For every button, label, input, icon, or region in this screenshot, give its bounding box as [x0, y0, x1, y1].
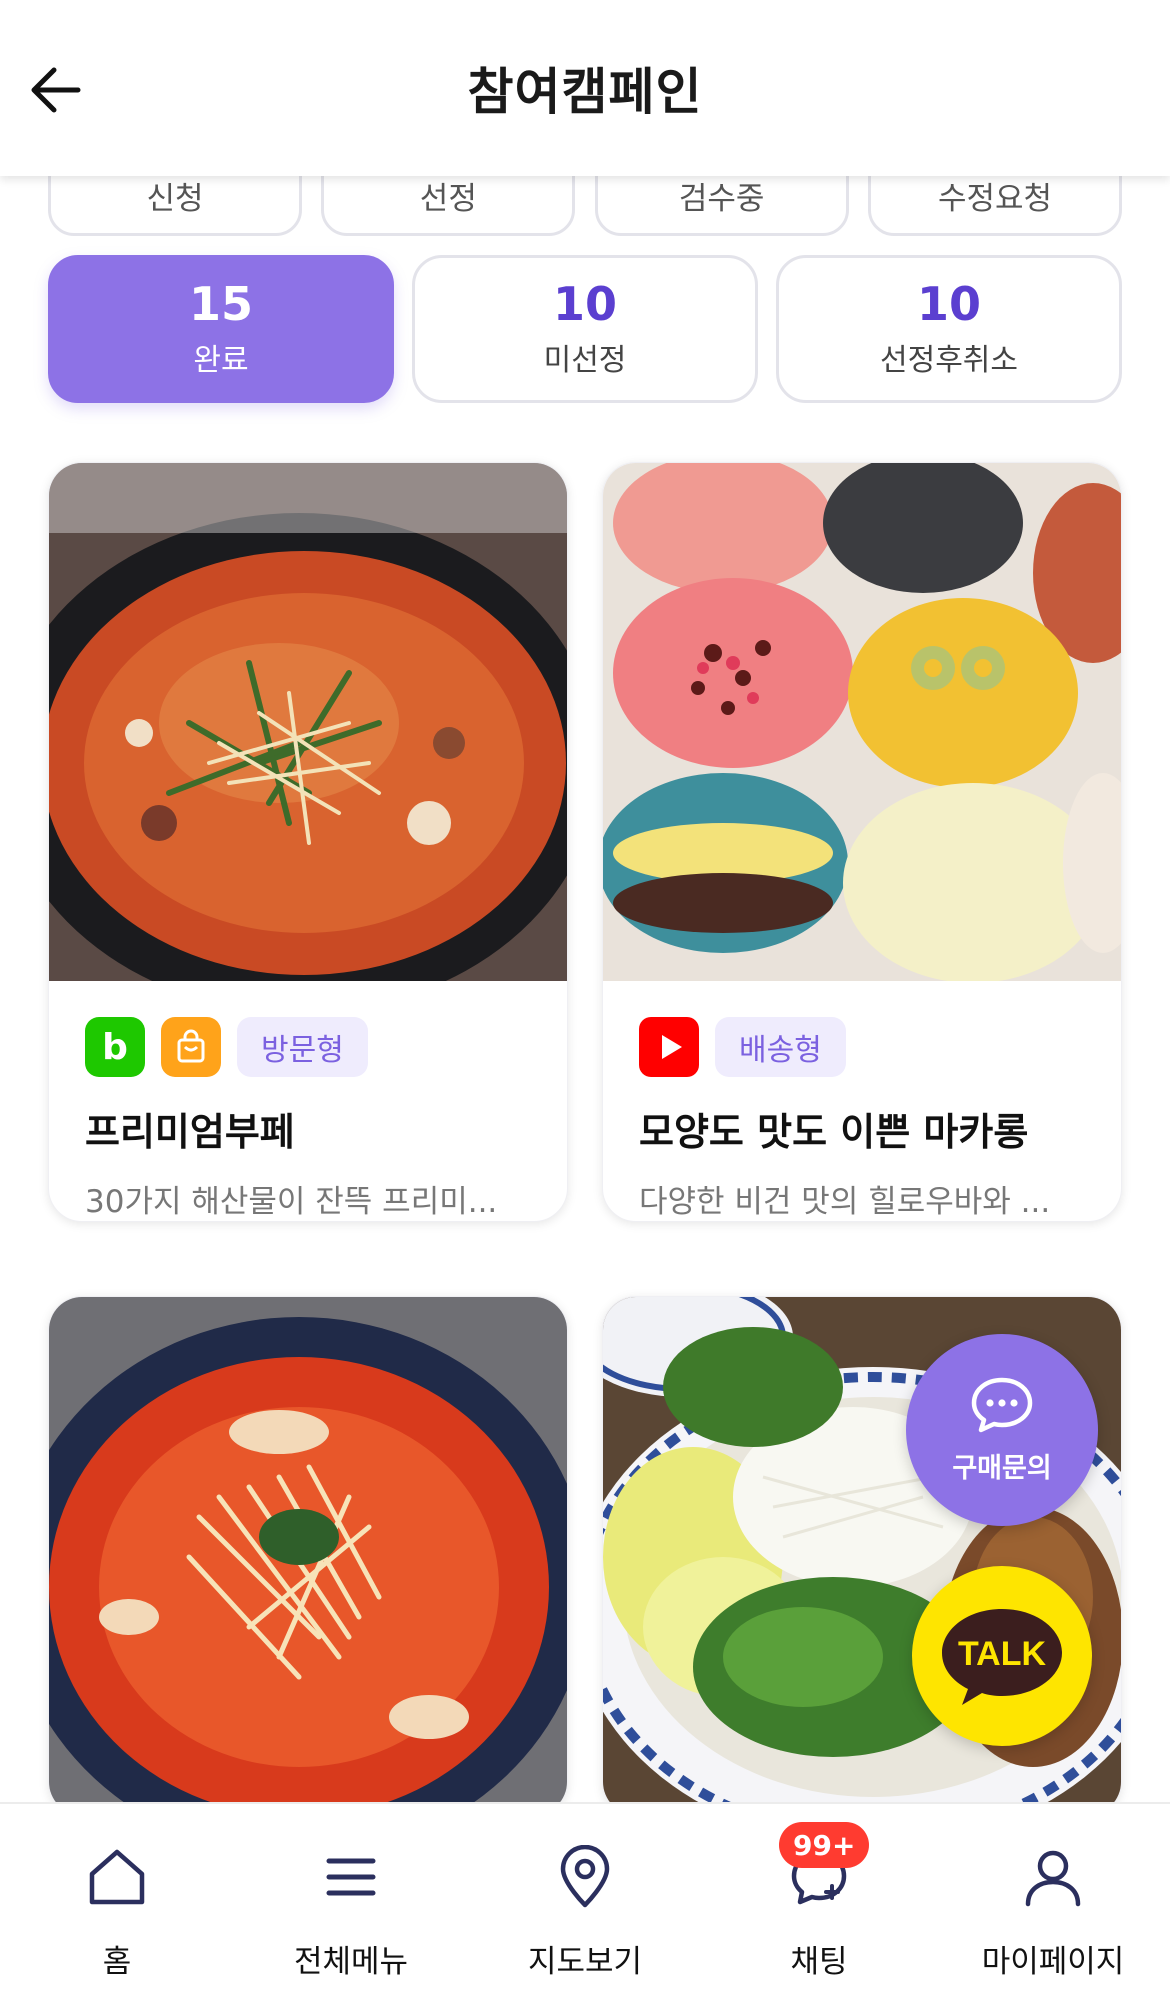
status-label: 완료	[193, 343, 249, 379]
shopping-bag-icon	[161, 1017, 221, 1077]
campaign-description: 다양한 비건 맛의 힐로우바와 ...	[639, 1184, 1051, 1220]
youtube-icon	[639, 1017, 699, 1077]
status-label: 미선정	[543, 343, 627, 379]
spicy-hotpot-photo	[49, 463, 567, 981]
bottom-navigation: 홈 전체메뉴 지도보기 99+ 채팅 마이페이지	[0, 1802, 1170, 1992]
tab-label: 검수중	[678, 181, 765, 217]
status-tab-completed[interactable]: 15 완료	[48, 255, 394, 403]
purchase-inquiry-button[interactable]: 구매문의	[906, 1334, 1098, 1526]
nav-label: 지도보기	[527, 1944, 643, 1980]
nav-map[interactable]: 지도보기	[468, 1804, 702, 1992]
menu-icon	[326, 1858, 376, 1896]
card-badges: 배송형	[639, 1017, 1085, 1077]
status-tab-not-selected[interactable]: 10 미선정	[412, 255, 758, 403]
nav-chat[interactable]: 99+ 채팅	[702, 1804, 936, 1992]
kimchi-stew-photo	[49, 1297, 567, 1815]
kakao-talk-label: TALK	[958, 1635, 1047, 1673]
campaign-title: 모양도 맛도 이쁜 마카롱	[639, 1110, 1029, 1154]
page-title: 참여캠페인	[467, 63, 703, 121]
tab-label: 수정요청	[937, 181, 1053, 217]
result-status-tabs: 15 완료 10 미선정 10 선정후취소	[48, 255, 1122, 403]
status-count: 15	[188, 276, 253, 331]
nav-home[interactable]: 홈	[0, 1804, 234, 1992]
blog-icon: b	[85, 1017, 145, 1077]
campaign-description: 30가지 해산물이 잔뜩 프리미...	[85, 1184, 498, 1220]
nav-all-menu[interactable]: 전체메뉴	[234, 1804, 468, 1992]
user-icon	[1025, 1850, 1081, 1907]
status-count: 10	[916, 276, 981, 331]
campaign-card[interactable]: 배송형 모양도 맛도 이쁜 마카롱 다양한 비건 맛의 힐로우바와 ...	[602, 462, 1122, 1222]
svg-text:b: b	[102, 1027, 128, 1067]
app-header: 참여캠페인	[0, 0, 1170, 176]
kakao-talk-button[interactable]: TALK	[912, 1566, 1092, 1746]
chat-bubble-icon	[971, 1377, 1033, 1432]
purchase-inquiry-label: 구매문의	[952, 1452, 1052, 1484]
nav-label: 전체메뉴	[293, 1944, 409, 1980]
campaign-type-tag: 배송형	[715, 1017, 846, 1077]
unread-count-badge: 99+	[779, 1822, 870, 1868]
campaign-type-tag: 방문형	[237, 1017, 368, 1077]
nav-label: 마이페이지	[981, 1944, 1125, 1980]
tab-label: 선정	[419, 181, 477, 217]
status-count: 10	[552, 276, 617, 331]
macarons-photo	[603, 463, 1121, 981]
map-pin-icon	[560, 1845, 610, 1908]
tab-label: 신청	[146, 181, 204, 217]
card-badges: b 방문형	[85, 1017, 531, 1077]
status-label: 선정후취소	[880, 343, 1018, 379]
nav-my-page[interactable]: 마이페이지	[936, 1804, 1170, 1992]
campaign-title: 프리미엄부페	[85, 1110, 295, 1154]
status-tab-cancelled-after-selection[interactable]: 10 선정후취소	[776, 255, 1122, 403]
nav-label: 채팅	[790, 1944, 848, 1980]
nav-label: 홈	[102, 1944, 132, 1980]
home-icon	[89, 1849, 145, 1905]
campaign-card[interactable]: b 방문형 프리미엄부페 30가지 해산물이 잔뜩 프리미...	[48, 462, 568, 1222]
campaign-card[interactable]	[48, 1296, 568, 1816]
kakao-talk-icon: TALK	[942, 1609, 1062, 1705]
